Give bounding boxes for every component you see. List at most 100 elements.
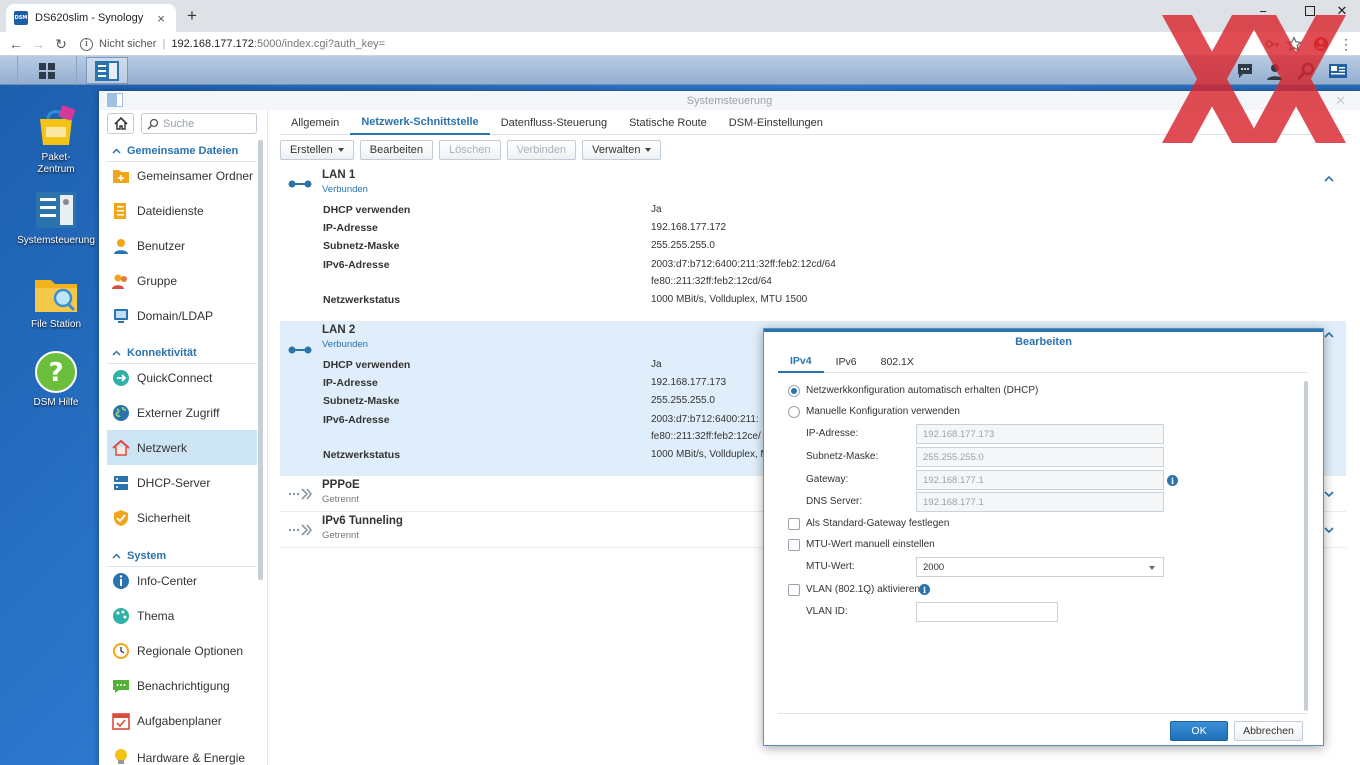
manage-button[interactable]: Verwalten	[582, 140, 662, 160]
sidebar-item-label: Sicherheit	[137, 510, 191, 525]
sidebar-item-domain-ldap[interactable]: Domain/LDAP	[107, 298, 257, 333]
new-tab-icon[interactable]: +	[184, 7, 200, 24]
row-value: Ja	[651, 204, 662, 215]
row-value: 192.168.177.172	[651, 222, 727, 233]
tab-network-interface[interactable]: Netzwerk-Schnittstelle	[350, 110, 490, 135]
search-box[interactable]	[141, 113, 257, 134]
chevron-down-icon[interactable]	[1324, 527, 1334, 534]
ip-address-field[interactable]: 192.168.177.173	[916, 424, 1164, 444]
sidebar-item-dhcp-server[interactable]: DHCP-Server	[107, 465, 257, 500]
sidebar-item-hardware-power[interactable]: Hardware & Energie	[107, 738, 257, 765]
desktop-icon-package-center[interactable]: Paket- Zentrum	[16, 105, 96, 176]
address-bar[interactable]: i Nicht sicher | 192.168.177.172 :5000/i…	[80, 33, 1260, 55]
vlan-id-field[interactable]	[916, 602, 1058, 622]
tab-ipv6[interactable]: IPv6	[824, 351, 869, 373]
row-key: Subnetz-Maske	[323, 240, 400, 252]
vlan-checkbox[interactable]	[788, 584, 800, 596]
sidebar-item-regional-options[interactable]: Regionale Optionen	[107, 633, 257, 668]
back-icon[interactable]: ←	[7, 35, 25, 53]
chevron-up-icon[interactable]	[1324, 331, 1334, 338]
tab-dsm-settings[interactable]: DSM-Einstellungen	[718, 110, 834, 135]
interface-lan1[interactable]: LAN 1 Verbunden DHCP verwenden Ja IP-Adr…	[280, 166, 1346, 322]
dns-server-field[interactable]: 192.168.177.1	[916, 492, 1164, 512]
row-value: 192.168.177.173	[651, 377, 727, 388]
create-label: Erstellen	[290, 144, 333, 156]
home-button[interactable]	[107, 113, 134, 134]
desktop-icon-control-panel[interactable]: Systemsteuerung	[16, 188, 96, 247]
chevron-up-icon[interactable]	[1324, 175, 1334, 182]
create-button[interactable]: Erstellen	[280, 140, 354, 160]
tab-ipv4[interactable]: IPv4	[778, 351, 824, 373]
tab-traffic-control[interactable]: Datenfluss-Steuerung	[490, 110, 618, 135]
row-key: Netzwerkstatus	[323, 294, 401, 306]
sidebar-item-label: Netzwerk	[137, 440, 188, 455]
sidebar-item-group[interactable]: Gruppe	[107, 263, 257, 298]
cancel-button[interactable]: Abbrechen	[1234, 721, 1303, 741]
browser-toolbar: ← → ↻ i Nicht sicher | 192.168.177.172 :…	[0, 32, 1360, 56]
reload-icon[interactable]: ↻	[52, 35, 70, 53]
row-value: 255.255.255.0	[651, 395, 715, 406]
sidebar-scrollbar[interactable]	[258, 140, 263, 580]
chevron-down-icon[interactable]	[1324, 491, 1334, 498]
default-gateway-checkbox[interactable]	[788, 518, 800, 530]
main-menu-button[interactable]	[17, 56, 77, 85]
sidebar-item-label: QuickConnect	[137, 370, 213, 385]
tab-general[interactable]: Allgemein	[280, 110, 350, 135]
sidebar-item-notification[interactable]: Benachrichtigung	[107, 668, 257, 703]
dhcp-radio-label: Netzwerkkonfiguration automatisch erhalt…	[806, 385, 1039, 396]
sidebar-item-info-center[interactable]: Info-Center	[107, 563, 257, 598]
mtu-select[interactable]: 2000	[916, 557, 1164, 577]
info-icon[interactable]: i	[919, 584, 930, 595]
sidebar: Gemeinsame Dateien Gemeinsamer Ordner Da…	[99, 110, 267, 765]
sidebar-item-label: DHCP-Server	[137, 475, 211, 490]
browser-tab[interactable]: DSM DS620slim - Synology NAS ×	[6, 4, 176, 32]
sidebar-item-label: Externer Zugriff	[137, 405, 220, 420]
sidebar-item-external-access[interactable]: Externer Zugriff	[107, 395, 257, 430]
url-path: :5000/index.cgi?auth_key=	[253, 38, 386, 50]
tab-close-icon[interactable]: ×	[154, 11, 168, 26]
desktop-label: Paket- Zentrum	[37, 152, 75, 175]
main-menu-icon	[39, 62, 55, 79]
sidebar-item-task-scheduler[interactable]: Aufgabenplaner	[107, 703, 257, 738]
forward-icon[interactable]: →	[29, 35, 47, 53]
manage-label: Verwalten	[592, 144, 641, 156]
desktop-label: Systemsteuerung	[17, 235, 95, 246]
desktop-icon-file-station[interactable]: File Station	[16, 272, 96, 331]
svg-text:?: ?	[48, 358, 63, 388]
tab-8021x[interactable]: 802.1X	[869, 351, 926, 373]
connect-button[interactable]: Verbinden	[506, 140, 577, 160]
sidebar-item-shared-folder[interactable]: Gemeinsamer Ordner	[107, 158, 257, 193]
interface-status: Getrennt	[322, 530, 359, 541]
sidebar-item-security[interactable]: Sicherheit	[107, 500, 257, 535]
gateway-label: Gateway:	[806, 474, 849, 485]
gateway-field[interactable]: 192.168.177.1	[916, 470, 1164, 490]
delete-button[interactable]: Löschen	[439, 140, 501, 160]
sidebar-item-label: Aufgabenplaner	[137, 713, 222, 728]
sidebar-item-network[interactable]: Netzwerk	[107, 430, 257, 465]
dialog-scrollbar[interactable]	[1304, 381, 1308, 711]
user-icon	[114, 238, 128, 254]
info-icon[interactable]: i	[1167, 475, 1178, 486]
sidebar-item-quickconnect[interactable]: QuickConnect	[107, 360, 257, 395]
subnet-mask-field[interactable]: 255.255.255.0	[916, 447, 1164, 467]
calendar-icon	[112, 712, 130, 730]
info-icon[interactable]: i	[80, 37, 93, 51]
search-input[interactable]	[163, 117, 253, 130]
manual-config-radio[interactable]	[788, 406, 800, 418]
tab-static-route[interactable]: Statische Route	[618, 110, 718, 135]
edit-button[interactable]: Bearbeiten	[359, 140, 434, 160]
shared-folder-icon	[113, 169, 129, 183]
sidebar-item-theme[interactable]: Thema	[107, 598, 257, 633]
mtu-value-label: MTU-Wert:	[806, 561, 855, 572]
mtu-manual-label: MTU-Wert manuell einstellen	[806, 539, 935, 550]
desktop-icon-dsm-help[interactable]: ? DSM Hilfe	[16, 350, 96, 409]
group-icon	[112, 274, 127, 289]
mtu-manual-checkbox[interactable]	[788, 539, 800, 551]
sidebar-item-file-services[interactable]: Dateidienste	[107, 193, 257, 228]
taskbar-control-panel[interactable]	[86, 57, 128, 84]
row-value: 1000 MBit/s, Vollduplex, MTU 1500	[651, 294, 808, 305]
url-host: 192.168.177.172	[171, 38, 254, 50]
dhcp-radio[interactable]	[788, 385, 800, 397]
ok-button[interactable]: OK	[1170, 721, 1228, 741]
sidebar-item-user[interactable]: Benutzer	[107, 228, 257, 263]
